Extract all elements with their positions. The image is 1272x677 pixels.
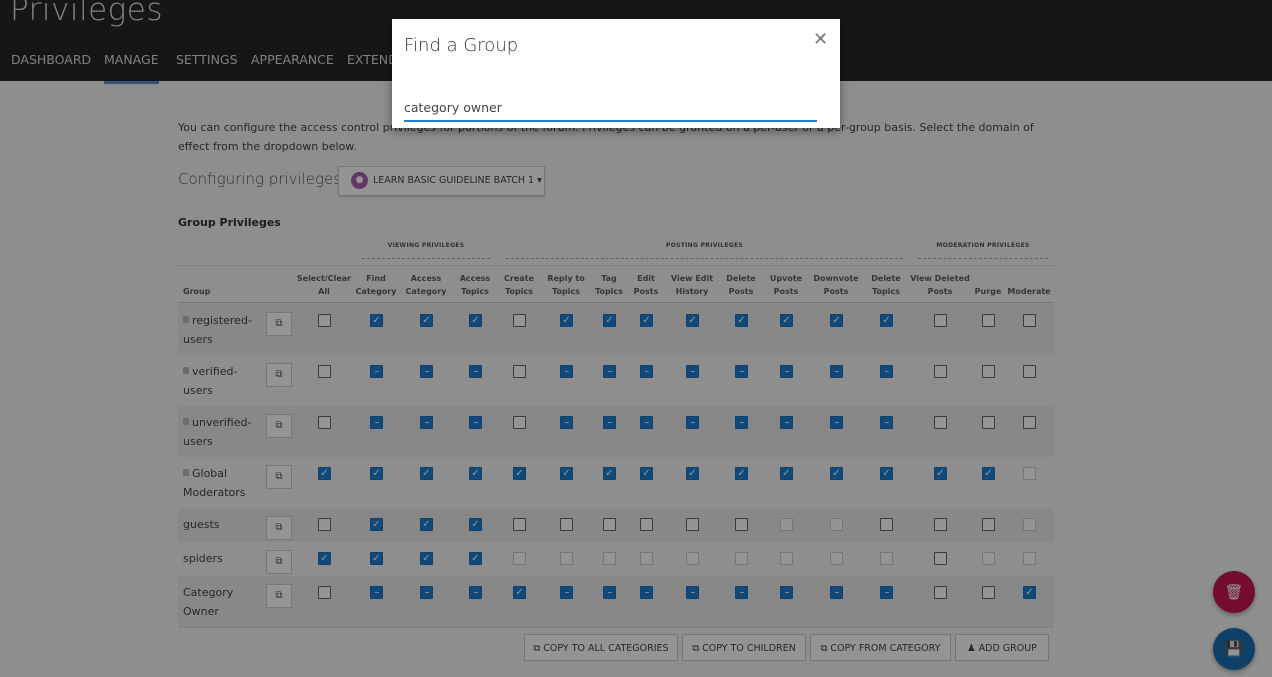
- close-icon[interactable]: ✕: [813, 29, 828, 50]
- find-group-modal: Find a Group ✕: [392, 19, 840, 128]
- group-search-input[interactable]: [404, 94, 817, 122]
- modal-title: Find a Group: [404, 35, 519, 56]
